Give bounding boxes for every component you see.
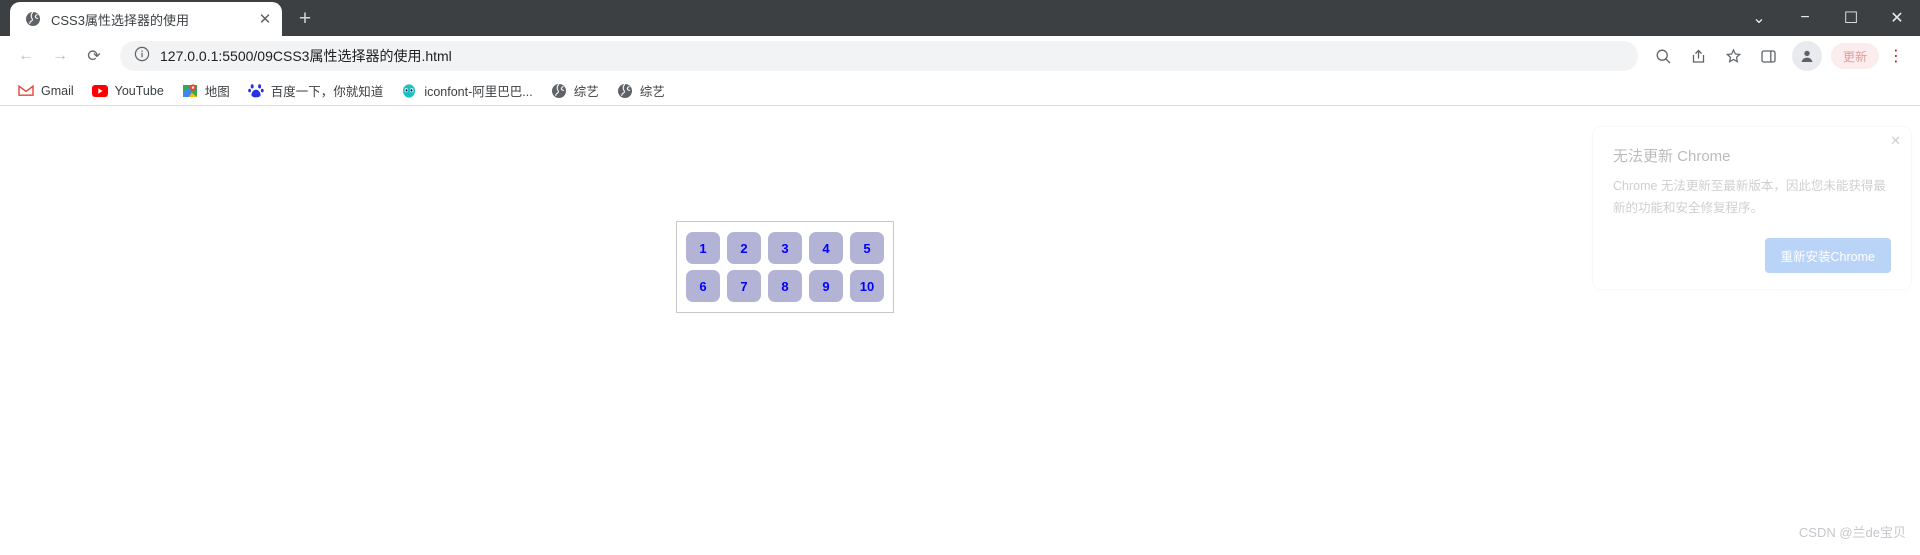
profile-avatar-icon[interactable] (1791, 41, 1822, 71)
bookmark-label: YouTube (114, 83, 164, 98)
info-circle-icon[interactable] (134, 46, 150, 67)
bubble-title: 无法更新 Chrome (1613, 148, 1731, 165)
bubble-body: Chrome 无法更新至最新版本，因此您未能获得最新的功能和安全修复程序。 (1613, 179, 1886, 215)
back-button[interactable]: ← (10, 40, 42, 72)
attribute-selector-demo-container: 1 2 3 4 5 6 7 8 9 10 (676, 221, 894, 313)
bookmark-gmail[interactable]: Gmail (10, 79, 82, 103)
bookmark-label: 综艺 (639, 85, 665, 99)
update-button[interactable]: 更新 (1830, 43, 1879, 69)
address-bar[interactable]: 127.0.0.1:5500/09CSS3属性选择器的使用.html (120, 41, 1638, 71)
chrome-menu-button[interactable]: ⋮ (1882, 41, 1910, 71)
window-minimize-to-tray-button[interactable]: ⌄ (1736, 0, 1782, 36)
bookmark-iconfont[interactable]: iconfont-阿里巴巴... (393, 77, 540, 104)
window-maximize-button[interactable]: ☐ (1828, 0, 1874, 36)
reload-button[interactable]: ⟳ (78, 40, 110, 72)
grid-cell: 9 (809, 270, 843, 302)
chrome-update-bubble: ✕ 无法更新 Chrome Chrome 无法更新至最新版本，因此您未能获得最新… (1592, 126, 1912, 290)
share-icon[interactable] (1683, 40, 1715, 72)
page-viewport: 1 2 3 4 5 6 7 8 9 10 ✕ 无法更新 Chrome Chrom… (0, 106, 1920, 555)
zoom-search-icon[interactable] (1648, 40, 1680, 72)
watermark: CSDN @兰de宝贝 (1798, 525, 1906, 540)
baidu-icon (247, 83, 264, 99)
grid-cell: 2 (727, 232, 761, 264)
bookmark-youtube[interactable]: YouTube (84, 79, 172, 103)
bookmark-label: iconfont-阿里巴巴... (424, 85, 533, 99)
iconfont-icon (401, 83, 417, 99)
grid-cell: 4 (809, 232, 843, 264)
bookmark-label: 综艺 (573, 85, 599, 99)
browser-toolbar: ← → ⟳ 127.0.0.1:5500/09CSS3属性选择器的使用.html (0, 36, 1920, 76)
close-icon[interactable]: ✕ (1890, 134, 1901, 147)
close-icon[interactable]: ✕ (254, 8, 276, 30)
google-maps-icon (182, 83, 198, 99)
grid-cell: 3 (768, 232, 802, 264)
browser-title-bar: CSS3属性选择器的使用 ✕ + ⌄ − ☐ ✕ (0, 0, 1920, 36)
bookmark-zongyi-1[interactable]: 综艺 (543, 77, 607, 104)
bookmarks-bar: Gmail YouTube 地图 百度一下，你就知道 iconfont-阿里巴巴… (0, 76, 1920, 106)
bookmark-maps[interactable]: 地图 (174, 77, 238, 104)
bookmark-label: 百度一下，你就知道 (270, 85, 384, 99)
grid-cell: 1 (686, 232, 720, 264)
address-bar-url: 127.0.0.1:5500/09CSS3属性选择器的使用.html (160, 48, 452, 64)
youtube-icon (91, 83, 108, 99)
new-tab-button[interactable]: + (290, 3, 320, 33)
window-close-button[interactable]: ✕ (1874, 0, 1920, 36)
number-grid: 1 2 3 4 5 6 7 8 9 10 (686, 232, 884, 302)
grid-cell: 8 (768, 270, 802, 302)
side-panel-icon[interactable] (1753, 40, 1785, 72)
bookmark-zongyi-2[interactable]: 综艺 (609, 77, 673, 104)
grid-cell: 7 (727, 270, 761, 302)
tab-title: CSS3属性选择器的使用 (51, 12, 189, 28)
globe-icon (617, 83, 633, 99)
reinstall-chrome-button[interactable]: 重新安装Chrome (1764, 237, 1891, 273)
bookmark-label: 地图 (204, 85, 230, 99)
window-controls: ⌄ − ☐ ✕ (1736, 0, 1920, 36)
bubble-actions: 重新安装Chrome (1613, 237, 1891, 273)
globe-icon (24, 11, 41, 28)
bookmark-label: Gmail (41, 83, 74, 98)
window-minimize-button[interactable]: − (1782, 0, 1828, 36)
toolbar-right-actions: 更新 ⋮ (1648, 40, 1910, 72)
globe-icon (551, 83, 567, 99)
bookmark-star-icon[interactable] (1718, 40, 1750, 72)
grid-cell: 5 (850, 232, 884, 264)
grid-cell: 10 (850, 270, 884, 302)
forward-button[interactable]: → (44, 40, 76, 72)
bookmark-baidu[interactable]: 百度一下，你就知道 (240, 77, 392, 104)
grid-cell: 6 (686, 270, 720, 302)
gmail-icon (18, 83, 34, 99)
browser-tab[interactable]: CSS3属性选择器的使用 ✕ (10, 2, 282, 36)
